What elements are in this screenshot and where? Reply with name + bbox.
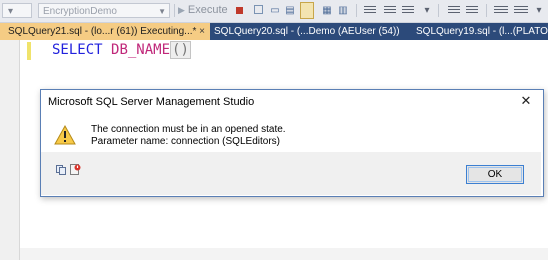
results-to-grid-button[interactable] <box>300 2 314 19</box>
toolbar-separator <box>356 4 357 17</box>
ok-button[interactable]: OK <box>466 165 524 184</box>
dropdown-icon: ▾ <box>8 6 14 17</box>
parentheses: () <box>170 41 191 59</box>
chevron-down-icon: ▼ <box>158 7 166 16</box>
text-icon[interactable] <box>402 6 414 15</box>
parse-icon[interactable] <box>254 5 263 14</box>
chevron-down-icon[interactable]: ▾ <box>420 3 434 18</box>
uncomment-icon[interactable] <box>384 6 396 15</box>
database-selector-label: EncryptionDemo <box>43 6 117 17</box>
function-db-name: DB_NAME <box>111 42 171 58</box>
comment-icon[interactable] <box>364 6 376 15</box>
details-icon[interactable] <box>70 164 81 175</box>
toolbar-separator <box>438 4 439 17</box>
error-message: The connection must be in an opened stat… <box>91 124 286 135</box>
horizontal-scrollbar[interactable] <box>20 248 548 260</box>
chevron-down-icon[interactable]: ▾ <box>532 3 546 18</box>
dialog-footer: OK <box>41 152 541 195</box>
code-line[interactable]: SELECT DB_NAME() <box>52 41 191 59</box>
error-dialog: Microsoft SQL Server Management Studio ✕… <box>40 89 544 197</box>
toolbar: ▾ EncryptionDemo ▼ ▶ Execute ▭ ▤ ▦ ▥ ▾ ▾ <box>0 0 548 23</box>
toolbar-separator <box>486 4 487 17</box>
gutter-divider <box>19 40 20 260</box>
warning-icon <box>54 125 76 145</box>
execute-label: Execute <box>187 4 228 16</box>
toolbar-left-dropdown[interactable]: ▾ <box>2 3 32 18</box>
stop-icon[interactable] <box>236 7 243 14</box>
toolbar-separator <box>174 4 175 17</box>
execute-icon: ▶ <box>178 5 185 15</box>
close-icon[interactable]: ✕ <box>519 94 533 108</box>
error-parameter: Parameter name: connection (SQLEditors) <box>91 136 280 147</box>
document-tab-strip: SQLQuery21.sql - (lo...r (61)) Executing… <box>0 23 548 40</box>
tab-sqlquery20[interactable]: SQLQuery20.sql - (...Demo (AEUser (54)) <box>214 23 400 40</box>
database-selector[interactable]: EncryptionDemo ▼ <box>38 3 170 18</box>
align-center-icon[interactable] <box>514 6 528 15</box>
editor-gutter <box>0 40 20 260</box>
indent-icon[interactable] <box>466 6 478 15</box>
tab-label: SQLQuery21.sql - (lo...r (61)) Executing… <box>8 26 197 37</box>
debug-icon[interactable]: ▭ <box>268 3 282 18</box>
tab-sqlquery21[interactable]: SQLQuery21.sql - (lo...r (61)) Executing… <box>0 23 210 40</box>
change-marker <box>27 42 31 60</box>
keyword-select: SELECT <box>52 42 103 58</box>
tab-label: SQLQuery20.sql - (...Demo (AEUser (54)) <box>214 26 400 37</box>
execute-button[interactable]: ▶ Execute <box>178 3 228 18</box>
include-plan-icon[interactable]: ▥ <box>336 3 350 18</box>
copy-icon[interactable] <box>56 165 66 175</box>
tab-label: SQLQuery19.sql - (l...(PLATO\Ste <box>416 26 548 37</box>
close-icon[interactable]: × <box>199 23 205 40</box>
results-icon[interactable]: ▤ <box>283 3 297 18</box>
results-file-icon[interactable]: ▦ <box>320 3 334 18</box>
outdent-icon[interactable] <box>448 6 460 15</box>
tab-sqlquery19[interactable]: SQLQuery19.sql - (l...(PLATO\Ste <box>416 23 548 40</box>
dialog-title: Microsoft SQL Server Management Studio <box>48 96 255 108</box>
align-left-icon[interactable] <box>494 6 508 15</box>
